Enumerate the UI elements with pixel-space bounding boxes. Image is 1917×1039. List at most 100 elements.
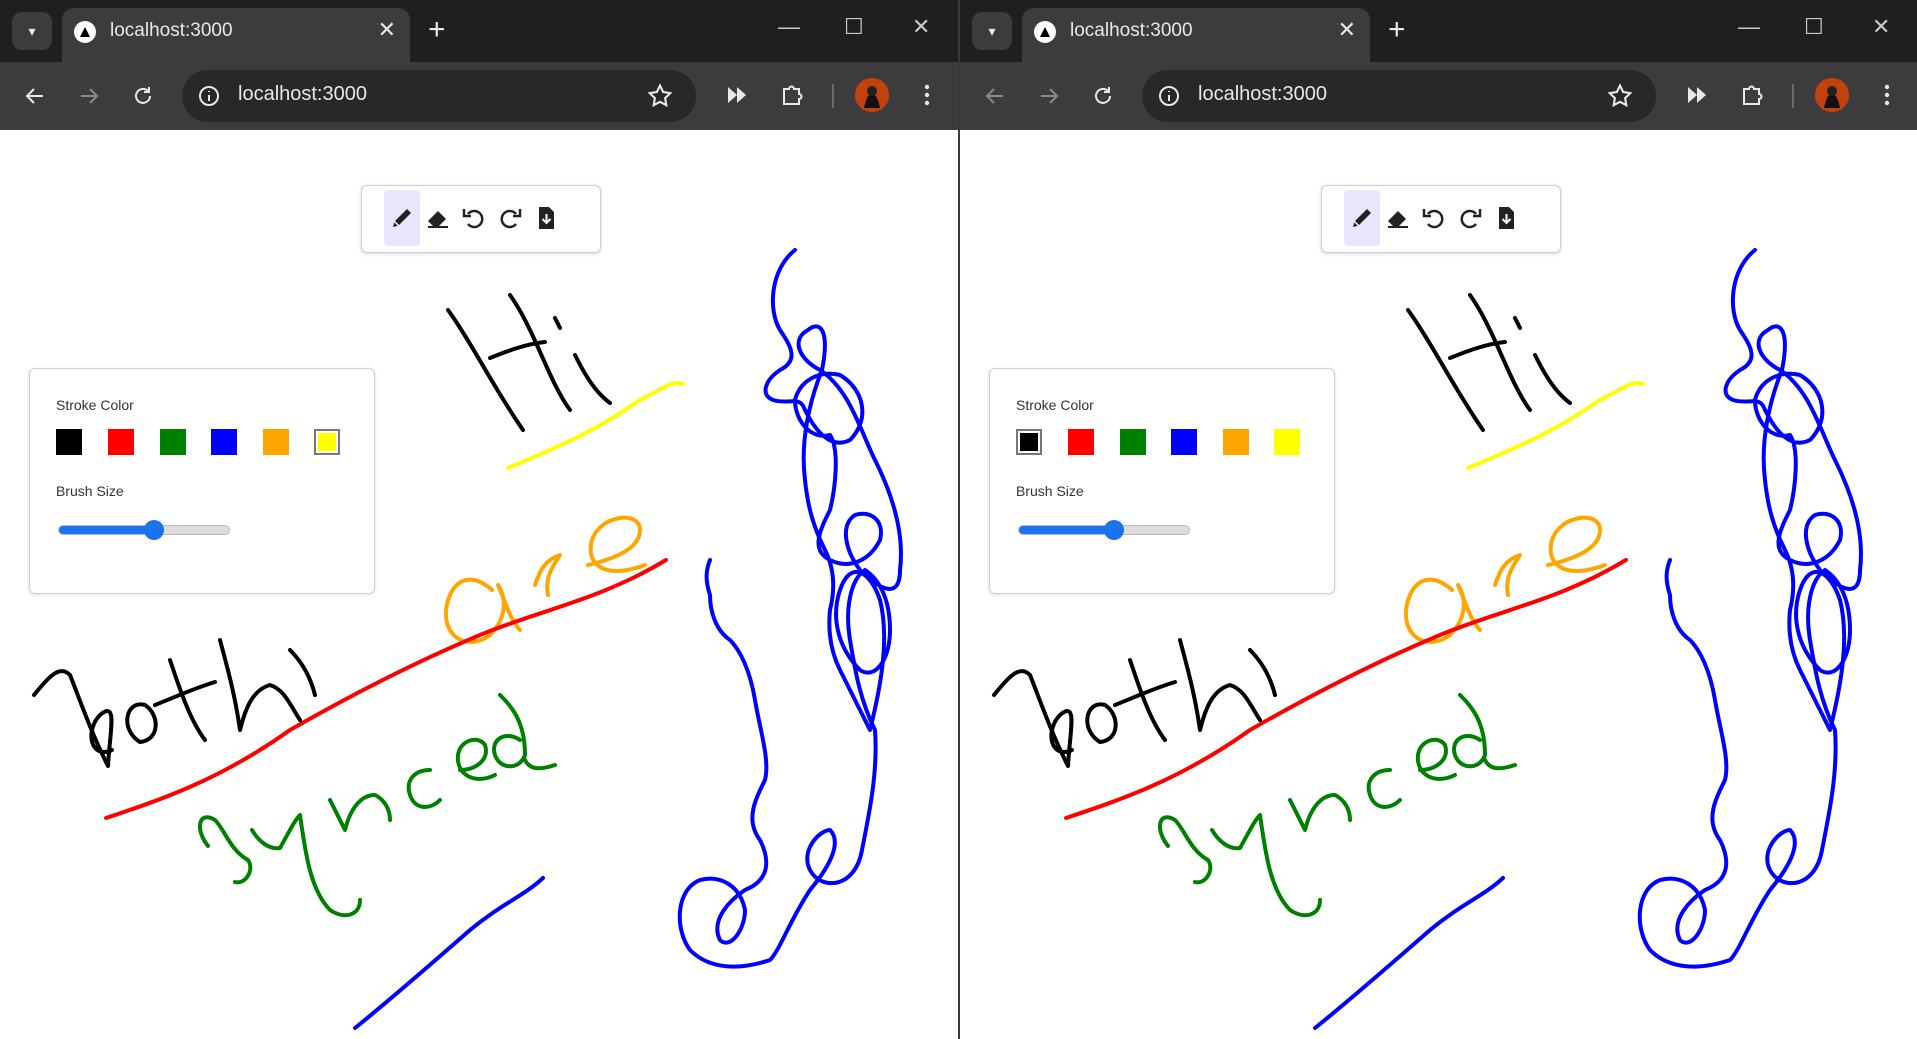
- stroke-hi-i: [573, 353, 612, 405]
- extensions-icon[interactable]: [1737, 80, 1767, 110]
- stroke-blue-line: [353, 876, 545, 1030]
- stroke-blue-scribble: [677, 248, 903, 969]
- back-icon[interactable]: [18, 79, 52, 113]
- stroke-are-r: [533, 553, 562, 597]
- maximize-icon[interactable]: ☐: [844, 14, 864, 40]
- maximize-icon[interactable]: ☐: [1804, 14, 1824, 40]
- download-icon: [1499, 207, 1514, 229]
- color-swatch-blue[interactable]: [1171, 429, 1197, 455]
- toolbar-separator: [832, 84, 834, 108]
- eraser-icon: [1388, 211, 1408, 228]
- stroke-synced-n: [328, 793, 392, 832]
- brush-size-thumb[interactable]: [1104, 520, 1124, 540]
- stroke-color-label: Stroke Color: [56, 397, 134, 413]
- eraser-icon: [428, 211, 448, 228]
- brush-size-thumb[interactable]: [144, 520, 164, 540]
- back-icon[interactable]: [978, 79, 1012, 113]
- stroke-synced-s: [198, 815, 253, 885]
- menu-kebab-icon[interactable]: [1872, 80, 1902, 110]
- brush-size-fill: [59, 526, 153, 534]
- close-window-icon[interactable]: ✕: [1872, 14, 1890, 40]
- address-bar[interactable]: localhost:3000: [182, 70, 696, 122]
- redo-icon: [1460, 209, 1482, 229]
- address-bar[interactable]: localhost:3000: [1142, 70, 1656, 122]
- stroke-both-h: [218, 638, 317, 732]
- eraser-tool-button[interactable]: [1380, 190, 1416, 246]
- color-swatch-green[interactable]: [160, 429, 186, 455]
- reload-icon[interactable]: [1086, 79, 1120, 113]
- stroke-blue-scribble: [1637, 248, 1863, 969]
- color-swatch-red[interactable]: [108, 429, 134, 455]
- tab-search-button[interactable]: ▾: [12, 12, 52, 50]
- color-swatch-yellow[interactable]: [314, 429, 340, 455]
- redo-button[interactable]: [492, 190, 528, 246]
- stroke-yellow: [1466, 381, 1645, 470]
- profile-avatar[interactable]: [855, 78, 889, 112]
- download-button[interactable]: [528, 190, 564, 246]
- stroke-are-r: [1493, 553, 1522, 597]
- undo-button[interactable]: [1416, 190, 1452, 246]
- pencil-tool-button[interactable]: [1344, 190, 1380, 246]
- browser-tab[interactable]: localhost:3000 ✕: [1022, 8, 1370, 62]
- tab-search-button[interactable]: ▾: [972, 12, 1012, 50]
- stroke-both-b: [992, 669, 1074, 768]
- tab-close-icon[interactable]: ✕: [378, 17, 396, 43]
- forward-icon[interactable]: [1032, 79, 1066, 113]
- new-tab-button[interactable]: +: [1388, 12, 1406, 48]
- pencil-tool-button[interactable]: [384, 190, 420, 246]
- color-swatch-black[interactable]: [56, 429, 82, 455]
- undo-button[interactable]: [456, 190, 492, 246]
- minimize-icon[interactable]: —: [778, 14, 800, 40]
- stroke-are-e: [1546, 515, 1607, 573]
- color-swatch-blue[interactable]: [211, 429, 237, 455]
- stroke-hi-h3: [1448, 340, 1507, 360]
- bookmark-star-icon[interactable]: [1606, 82, 1634, 110]
- color-swatch-green[interactable]: [1120, 429, 1146, 455]
- stroke-synced-d: [1452, 693, 1517, 771]
- stroke-both-b: [32, 669, 114, 768]
- favicon-icon: [1034, 21, 1056, 43]
- tab-title: localhost:3000: [110, 20, 233, 41]
- undo-icon: [462, 209, 484, 229]
- profile-avatar[interactable]: [1815, 78, 1849, 112]
- site-info-icon[interactable]: [1156, 83, 1182, 109]
- brush-size-slider[interactable]: [1018, 520, 1190, 540]
- redo-button[interactable]: [1452, 190, 1488, 246]
- drawing-toolbar: [361, 185, 601, 253]
- color-swatch-orange[interactable]: [1223, 429, 1249, 455]
- stroke-synced-c: [1366, 768, 1402, 809]
- download-button[interactable]: [1488, 190, 1524, 246]
- brush-size-label: Brush Size: [1016, 483, 1084, 499]
- color-swatch-black[interactable]: [1016, 429, 1042, 455]
- extensions-icon[interactable]: [777, 80, 807, 110]
- tab-title: localhost:3000: [1070, 20, 1193, 41]
- drawing-toolbar: [1321, 185, 1561, 253]
- color-swatch-yellow[interactable]: [1274, 429, 1300, 455]
- stroke-both-o: [125, 702, 158, 744]
- media-forward-icon[interactable]: [722, 80, 752, 110]
- stroke-color-label: Stroke Color: [1016, 397, 1094, 413]
- forward-icon[interactable]: [72, 79, 106, 113]
- stroke-yellow: [506, 381, 685, 470]
- browser-toolbar: localhost:3000: [0, 62, 958, 130]
- undo-icon: [1422, 209, 1444, 229]
- tab-close-icon[interactable]: ✕: [1338, 17, 1356, 43]
- bookmark-star-icon[interactable]: [646, 82, 674, 110]
- chevron-down-icon: ▾: [28, 22, 36, 39]
- close-window-icon[interactable]: ✕: [912, 14, 930, 40]
- eraser-tool-button[interactable]: [420, 190, 456, 246]
- minimize-icon[interactable]: —: [1738, 14, 1760, 40]
- site-info-icon[interactable]: [196, 83, 222, 109]
- pencil-icon: [1353, 209, 1371, 227]
- color-swatch-orange[interactable]: [263, 429, 289, 455]
- stroke-hi-h2: [508, 293, 572, 412]
- browser-tab[interactable]: localhost:3000 ✕: [62, 8, 410, 62]
- brush-size-slider[interactable]: [58, 520, 230, 540]
- media-forward-icon[interactable]: [1682, 80, 1712, 110]
- stroke-both-t: [153, 658, 217, 742]
- menu-kebab-icon[interactable]: [912, 80, 942, 110]
- reload-icon[interactable]: [126, 79, 160, 113]
- browser-toolbar: localhost:3000: [960, 62, 1917, 130]
- color-swatch-red[interactable]: [1068, 429, 1094, 455]
- new-tab-button[interactable]: +: [428, 12, 446, 48]
